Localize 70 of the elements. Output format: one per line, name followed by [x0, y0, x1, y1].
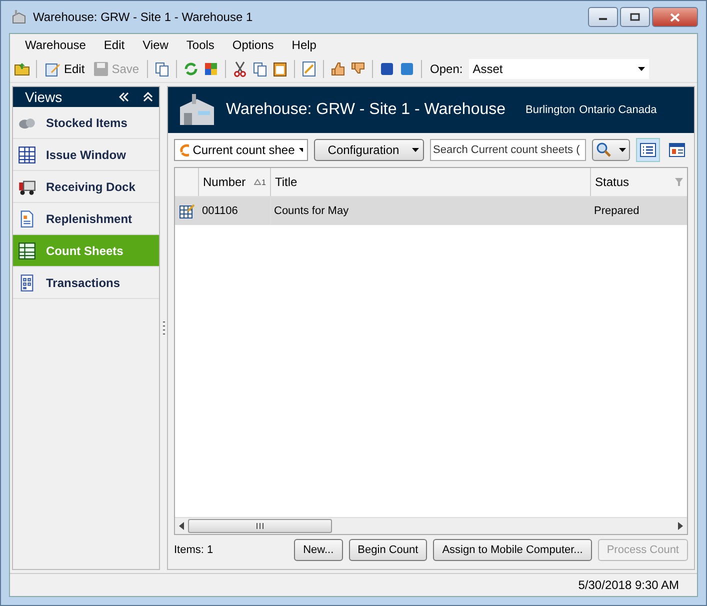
- column-header[interactable]: Status: [591, 168, 687, 196]
- menu-item[interactable]: Help: [282, 36, 326, 54]
- list-view-button[interactable]: [636, 138, 660, 162]
- card-icon: [669, 143, 685, 157]
- minimize-button[interactable]: [588, 7, 618, 27]
- location-text: Ontario Canada: [579, 104, 657, 116]
- window-title: Warehouse: GRW - Site 1 - Warehouse 1: [33, 10, 254, 24]
- open-label: Open:: [429, 61, 464, 77]
- configuration-dropdown[interactable]: Configuration: [314, 139, 424, 161]
- clipboard-icon: [272, 61, 288, 77]
- scroll-left-icon[interactable]: [179, 522, 184, 530]
- sort-order: 1: [262, 178, 266, 186]
- edit-sheet-icon: [179, 203, 195, 219]
- collapse-icon[interactable]: [119, 92, 130, 102]
- folder-icon: [14, 61, 30, 77]
- menu-item[interactable]: Warehouse: [16, 36, 95, 54]
- sidebar-item[interactable]: Stocked Items: [13, 107, 160, 139]
- copy-icon: [154, 61, 170, 77]
- edit-button[interactable]: Edit: [43, 60, 87, 78]
- refresh-icon: [179, 143, 189, 157]
- location-text: Burlington: [526, 104, 576, 116]
- datetime-text: 5/30/2018 9:30 AM: [578, 578, 679, 592]
- thumbs-up-icon: [330, 61, 346, 77]
- chevron-up-icon[interactable]: [143, 92, 154, 102]
- table-cell: 001106: [199, 197, 271, 225]
- menu-item[interactable]: View: [134, 36, 178, 54]
- list-icon: [640, 143, 656, 157]
- caret-icon: [298, 148, 303, 152]
- horizontal-scrollbar[interactable]: [175, 517, 687, 534]
- scissors-icon: [232, 61, 248, 77]
- search-icon: [596, 142, 612, 158]
- close-icon: [670, 12, 680, 22]
- warehouse-icon: [11, 9, 27, 25]
- table-cell-text: Counts for May: [273, 204, 350, 219]
- scroll-right-icon[interactable]: [678, 522, 683, 530]
- table-cell-text: Prepared: [593, 204, 640, 219]
- grid-icon: [16, 242, 38, 260]
- caret-icon: [638, 67, 645, 71]
- copy-icon: [252, 61, 268, 77]
- warehouse-icon: [178, 93, 216, 127]
- search-button[interactable]: [592, 139, 630, 161]
- action-button[interactable]: Assign to Mobile Computer...: [433, 539, 592, 561]
- table-row[interactable]: 001106 Counts for May Prepared: [175, 197, 687, 225]
- open-combo[interactable]: Asset: [468, 59, 649, 79]
- menu-item[interactable]: Edit: [94, 36, 134, 54]
- menu-item[interactable]: Options: [223, 36, 283, 54]
- search-field[interactable]: Search Current count sheets (: [430, 139, 586, 161]
- grip-icon: [256, 523, 264, 529]
- grid-icon: [16, 146, 38, 164]
- views-title: Views: [25, 89, 64, 105]
- refresh-icon: [183, 61, 200, 77]
- caret-icon: [618, 148, 626, 152]
- sort-arrow-icon: [254, 179, 261, 185]
- report-icon: [301, 61, 318, 77]
- maximize-button[interactable]: [620, 7, 650, 27]
- maximize-icon: [630, 13, 640, 21]
- action-button[interactable]: Begin Count: [348, 539, 428, 561]
- action-button[interactable]: New...: [294, 539, 343, 561]
- sidebar-item[interactable]: Issue Window: [13, 139, 160, 171]
- menu-item[interactable]: Tools: [177, 36, 224, 54]
- header-title: Warehouse: GRW - Site 1 - Warehouse: [226, 101, 506, 119]
- column-header[interactable]: Number 1: [199, 168, 271, 196]
- caret-icon: [412, 148, 419, 152]
- sidebar-item[interactable]: Transactions: [13, 267, 160, 299]
- sidebar-item[interactable]: Receiving Dock: [13, 171, 160, 203]
- pencil-icon: [45, 61, 61, 77]
- view-dropdown[interactable]: Current count shee: [174, 139, 308, 161]
- close-button[interactable]: [652, 7, 698, 27]
- items-count: Items: 1: [174, 544, 214, 556]
- column-header[interactable]: Title: [271, 168, 591, 196]
